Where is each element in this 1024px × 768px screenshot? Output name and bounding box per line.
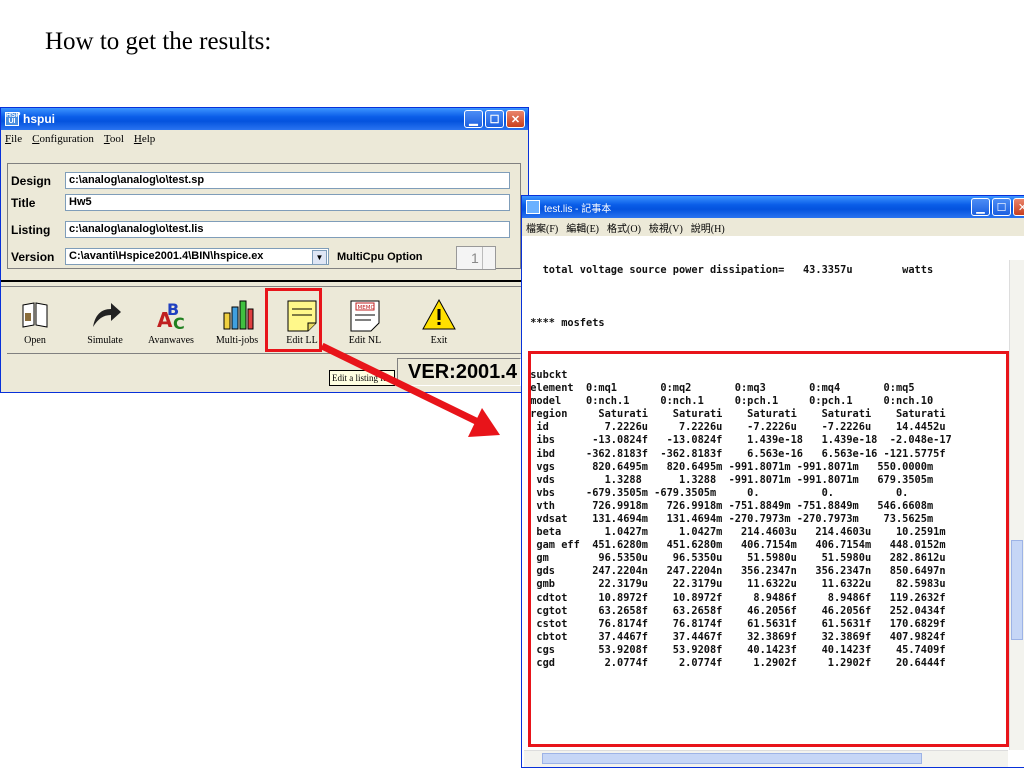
arrow-shaft <box>320 342 480 426</box>
pointer-arrow <box>320 342 500 437</box>
